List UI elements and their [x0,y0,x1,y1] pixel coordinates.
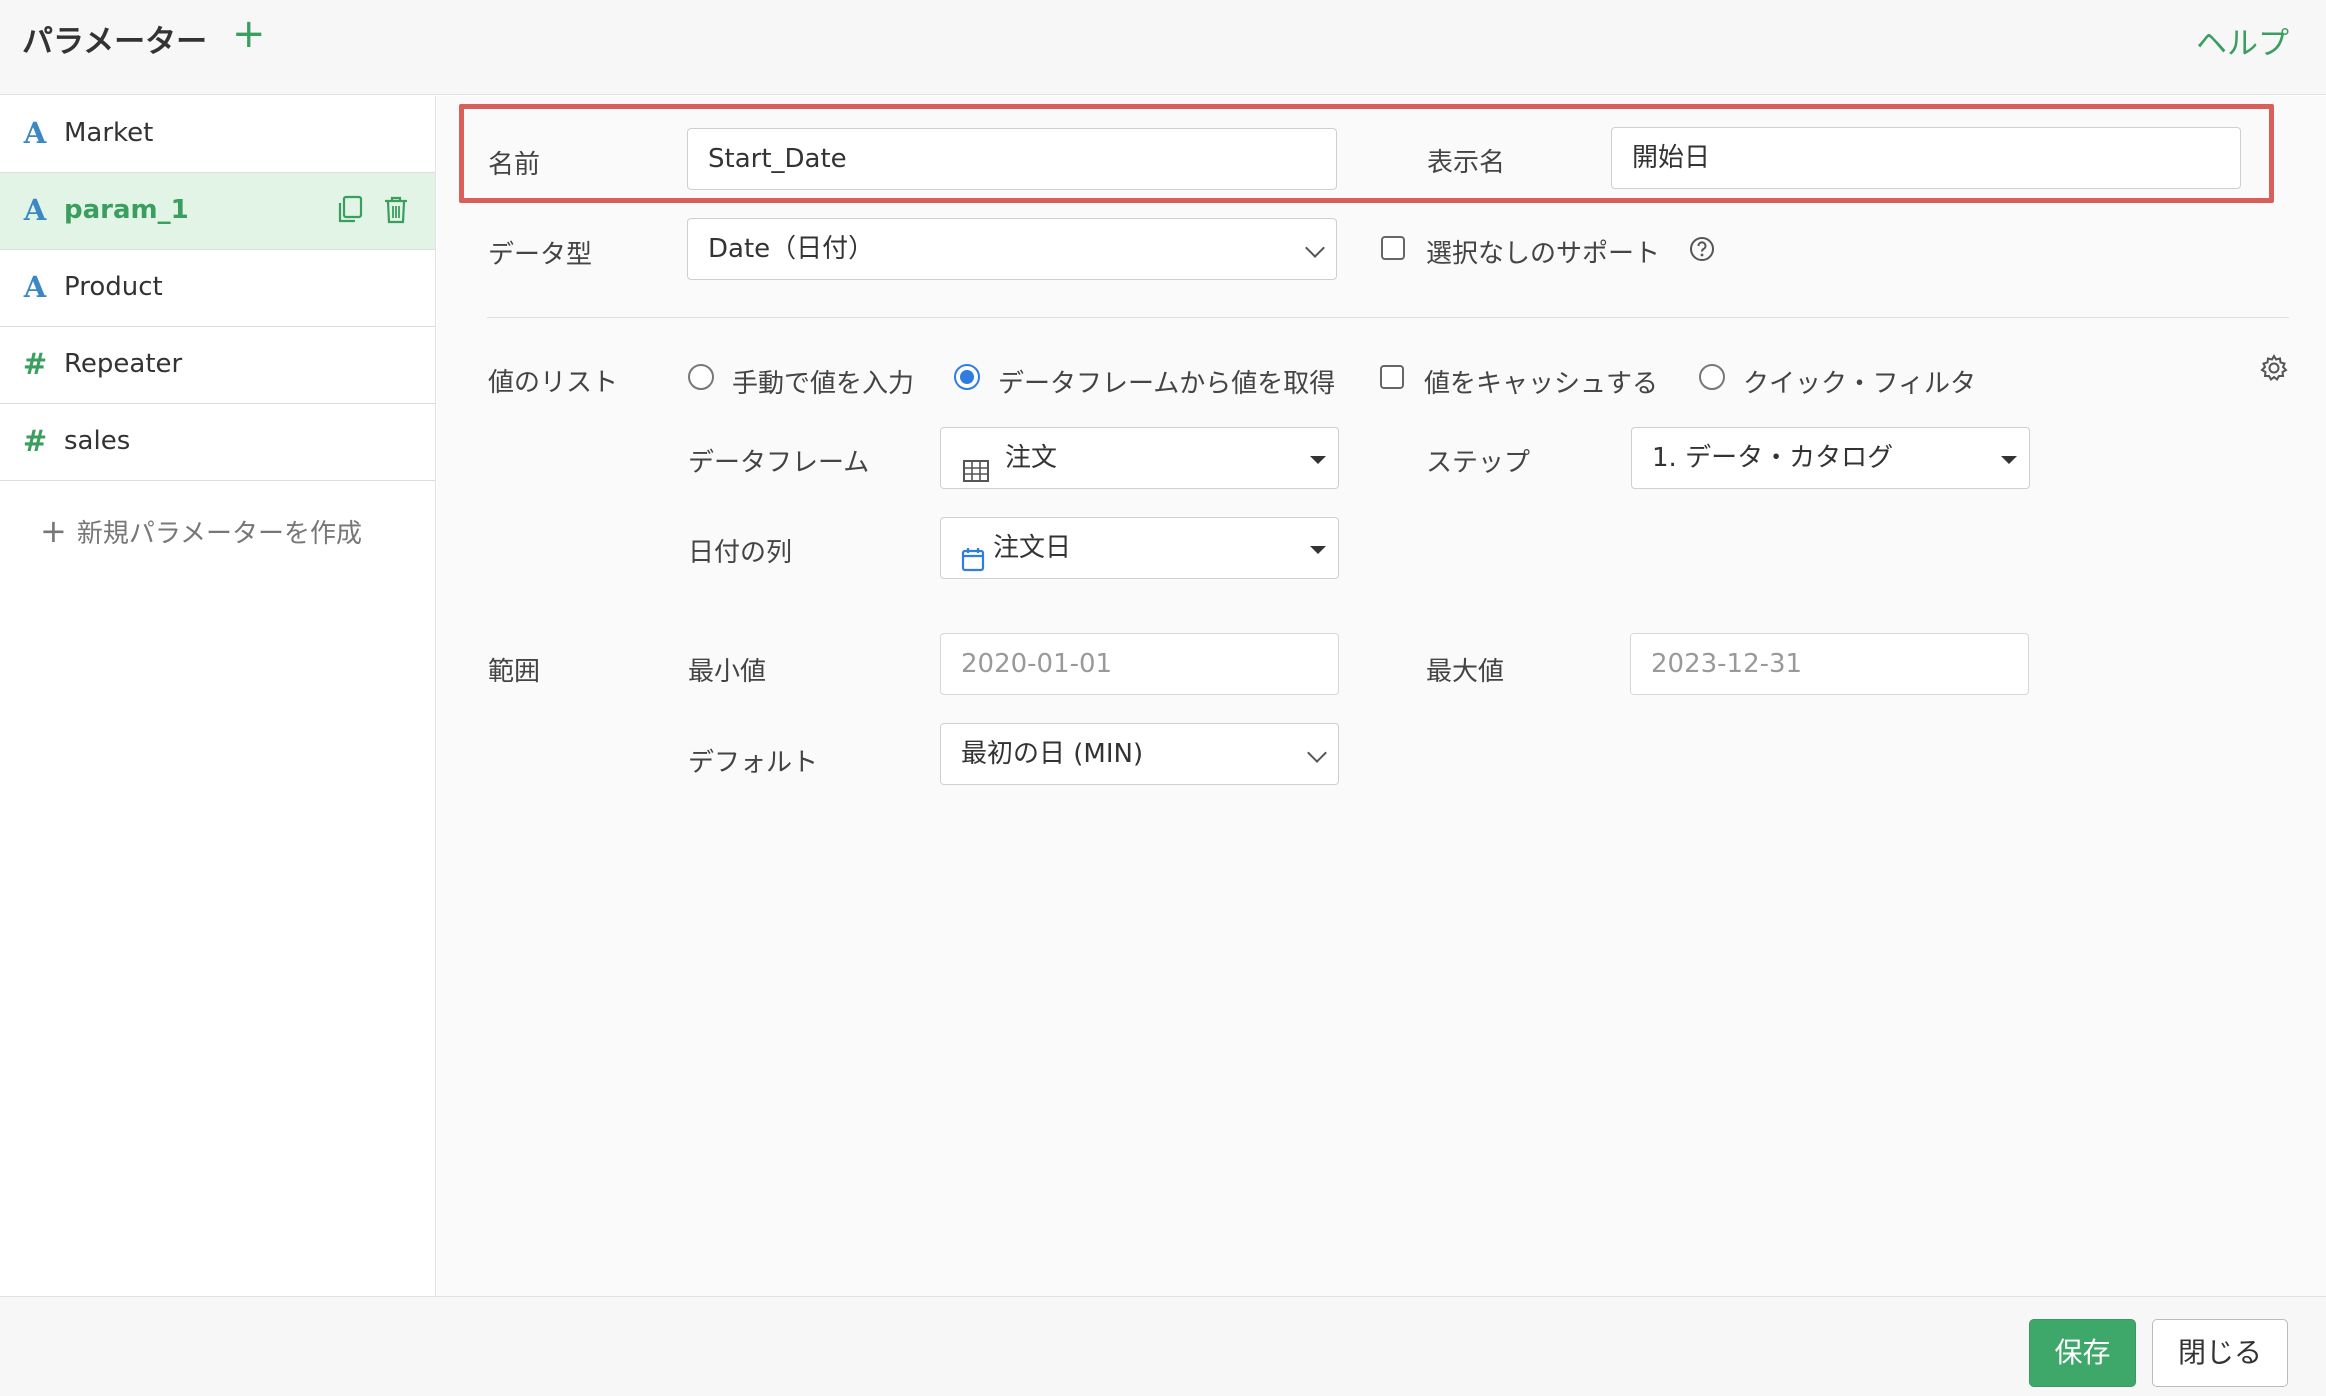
sidebar: A Market A param_1 A Product # Repeater … [0,96,436,1296]
chevron-down-icon [1307,743,1327,763]
step-label: ステップ [1426,448,1531,478]
date-column-select-value: 注文日 [993,533,1072,563]
text-type-icon: A [23,270,47,304]
sidebar-item-label: Repeater [64,349,183,379]
display-name-label: 表示名 [1427,148,1506,178]
sidebar-item-label: Market [64,118,154,148]
datatype-select-value: Date（日付） [708,234,875,264]
quick-filter-radio[interactable] [1699,364,1725,390]
header-bar: パラメーター + ヘルプ [0,0,2326,95]
sidebar-item-market[interactable]: A Market [0,96,435,173]
chevron-down-icon [1305,238,1325,258]
datatype-label: データ型 [488,240,593,270]
max-input[interactable]: 2023-12-31 [1630,633,2029,695]
caret-down-icon [1310,456,1326,464]
max-label: 最大値 [1426,657,1505,687]
range-label: 範囲 [488,657,541,687]
plus-icon: + [40,512,67,550]
max-input-value: 2023-12-31 [1651,649,1803,679]
value-list-label: 値のリスト [488,368,619,398]
quick-filter-option-label: クイック・フィルタ [1743,369,1976,399]
new-parameter-label: 新規パラメーターを作成 [76,519,363,549]
date-column-select[interactable]: 注文日 [940,517,1339,579]
caret-down-icon [1310,546,1326,554]
trash-icon[interactable] [382,195,410,225]
from-dataframe-radio[interactable] [954,364,980,390]
caret-down-icon [2001,456,2017,464]
table-icon [963,445,989,505]
calendar-icon [961,534,985,594]
support-none-label: 選択なしのサポート [1426,239,1661,269]
min-input[interactable]: 2020-01-01 [940,633,1339,695]
sidebar-item-param-1[interactable]: A param_1 [0,173,435,250]
from-dataframe-option-label: データフレームから値を取得 [998,369,1336,399]
dataframe-select-value: 注文 [1005,443,1058,473]
default-select-value: 最初の日 (MIN) [961,739,1144,769]
min-label: 最小値 [688,657,767,687]
step-select-value: 1. データ・カタログ [1652,443,1894,473]
manual-option-label: 手動で値を入力 [732,369,915,399]
page-title: パラメーター [22,24,208,60]
sidebar-item-label: Product [64,272,163,302]
display-name-input-value: 開始日 [1632,143,1711,173]
save-button[interactable]: 保存 [2029,1319,2136,1387]
min-input-value: 2020-01-01 [961,649,1113,679]
cache-checkbox[interactable] [1380,365,1404,389]
manual-radio[interactable] [688,364,714,390]
dataframe-select[interactable]: 注文 [940,427,1339,489]
sidebar-item-label: param_1 [64,195,189,225]
help-circle-icon[interactable] [1689,236,1715,266]
text-type-icon: A [23,116,47,150]
new-parameter-button[interactable]: + 新規パラメーターを作成 [40,512,362,550]
date-column-label: 日付の列 [688,538,793,568]
section-divider [487,317,2289,318]
datatype-select[interactable]: Date（日付） [687,218,1337,280]
name-input-value: Start_Date [708,144,847,174]
display-name-input[interactable]: 開始日 [1611,127,2241,189]
step-select[interactable]: 1. データ・カタログ [1631,427,2030,489]
name-input[interactable]: Start_Date [687,128,1337,190]
sidebar-item-label: sales [64,426,131,456]
close-button[interactable]: 閉じる [2152,1319,2288,1387]
cache-option-label: 値をキャッシュする [1424,369,1659,399]
sidebar-item-sales[interactable]: # sales [0,404,435,481]
copy-icon[interactable] [336,195,364,225]
sidebar-item-repeater[interactable]: # Repeater [0,327,435,404]
support-none-checkbox[interactable] [1381,236,1405,260]
default-label: デフォルト [688,748,819,778]
number-type-icon: # [22,347,48,381]
sidebar-item-product[interactable]: A Product [0,250,435,327]
text-type-icon: A [23,193,47,227]
number-type-icon: # [22,424,48,458]
dataframe-label: データフレーム [688,448,870,478]
default-select[interactable]: 最初の日 (MIN) [940,723,1339,785]
name-label: 名前 [488,150,541,180]
footer-bar: 保存 閉じる [0,1296,2326,1396]
plus-icon[interactable]: + [232,14,266,54]
gear-icon[interactable] [2259,353,2289,387]
help-link[interactable]: ヘルプ [2196,18,2289,63]
